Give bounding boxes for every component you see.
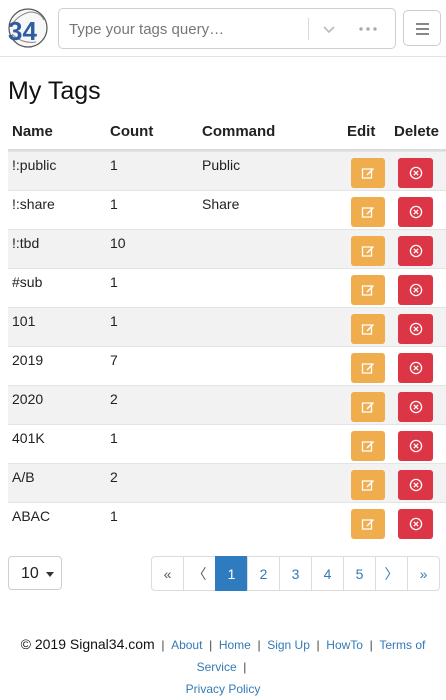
delete-button[interactable]: [398, 431, 433, 461]
tag-count: 2: [110, 469, 118, 485]
copyright-text: © 2019 Signal34.com: [20, 636, 155, 652]
footer-link-howto[interactable]: HowTo: [326, 638, 363, 652]
next-page-button[interactable]: 〉: [375, 556, 408, 591]
edit-button[interactable]: [351, 392, 385, 422]
table-row: !:tbd 10: [8, 229, 446, 268]
table-row: 2019 7: [8, 346, 446, 385]
tag-name[interactable]: A/B: [12, 469, 35, 485]
table-row: !:public 1 Public: [8, 151, 446, 190]
page-1-button[interactable]: 1: [215, 556, 248, 591]
tag-name[interactable]: 2019: [12, 352, 43, 368]
search-separator: [308, 18, 309, 40]
delete-button[interactable]: [398, 353, 433, 383]
tag-count: 1: [110, 508, 118, 524]
delete-button[interactable]: [398, 197, 433, 227]
last-page-button[interactable]: »: [407, 556, 440, 591]
table-row: !:share 1 Share: [8, 190, 446, 229]
table-header: Name Count Command Edit Delete: [8, 112, 446, 151]
table-row: 401K 1: [8, 424, 446, 463]
logo-text: 34: [8, 16, 37, 46]
tag-count: 10: [110, 235, 126, 251]
tag-name[interactable]: !:public: [12, 157, 56, 173]
edit-button[interactable]: [351, 470, 385, 500]
delete-button[interactable]: [398, 275, 433, 305]
delete-button[interactable]: [398, 509, 433, 539]
table-row: 101 1: [8, 307, 446, 346]
footer-link-about[interactable]: About: [171, 638, 202, 652]
page-2-button[interactable]: 2: [247, 556, 280, 591]
edit-button[interactable]: [351, 197, 385, 227]
previous-page-button[interactable]: 〈: [183, 556, 216, 591]
tag-name[interactable]: #sub: [12, 274, 42, 290]
tag-count: 1: [110, 157, 118, 173]
first-page-button[interactable]: «: [151, 556, 184, 591]
signal34-logo[interactable]: 34: [6, 6, 50, 50]
edit-button[interactable]: [351, 353, 385, 383]
table-row: #sub 1: [8, 268, 446, 307]
page-5-button[interactable]: 5: [343, 556, 376, 591]
edit-button[interactable]: [351, 158, 385, 188]
tag-name[interactable]: 101: [12, 313, 35, 329]
page-3-button[interactable]: 3: [279, 556, 312, 591]
delete-button[interactable]: [398, 314, 433, 344]
footer-link-sign-up[interactable]: Sign Up: [267, 638, 310, 652]
column-header-delete: Delete: [394, 123, 440, 140]
footer-link-home[interactable]: Home: [219, 638, 251, 652]
pagination: « 〈 1 2 3 4 5 〉 »: [151, 556, 440, 591]
column-header-count[interactable]: Count: [110, 123, 153, 140]
top-navbar: 34: [0, 0, 446, 57]
column-header-name[interactable]: Name: [12, 123, 53, 140]
delete-button[interactable]: [398, 392, 433, 422]
tags-query-box[interactable]: [58, 8, 396, 49]
tag-count: 7: [110, 352, 118, 368]
edit-button[interactable]: [351, 431, 385, 461]
tags-table: Name Count Command Edit Delete !:public 1…: [8, 112, 446, 541]
delete-button[interactable]: [398, 470, 433, 500]
per-page-value: 10: [21, 565, 39, 582]
per-page-select[interactable]: 10: [8, 556, 62, 590]
tag-name[interactable]: 2020: [12, 391, 43, 407]
page-4-button[interactable]: 4: [311, 556, 344, 591]
tag-name[interactable]: 401K: [12, 430, 45, 446]
column-header-command[interactable]: Command: [202, 123, 275, 140]
tag-command: Public: [202, 157, 241, 173]
edit-button[interactable]: [351, 275, 385, 305]
table-row: 2020 2: [8, 385, 446, 424]
tag-count: 1: [110, 274, 118, 290]
table-body: !:public 1 Public !:share 1 Share !:tbd 10 #sub 1…: [8, 151, 446, 541]
delete-button[interactable]: [398, 236, 433, 266]
table-row: ABAC 1: [8, 502, 446, 541]
tag-count: 1: [110, 430, 118, 446]
tag-name[interactable]: !:share: [12, 196, 55, 212]
tag-count: 2: [110, 391, 118, 407]
footer: © 2019 Signal34.com | About | Home | Sig…: [20, 636, 426, 696]
column-header-edit: Edit: [347, 123, 376, 140]
tag-count: 1: [110, 313, 118, 329]
tag-name[interactable]: !:tbd: [12, 235, 39, 251]
caret-down-icon: [46, 572, 54, 577]
edit-button[interactable]: [351, 509, 385, 539]
delete-button[interactable]: [398, 158, 433, 188]
page-title: My Tags: [8, 77, 101, 105]
footer-link-privacy[interactable]: Privacy Policy: [186, 682, 261, 696]
tags-query-input[interactable]: [69, 19, 299, 39]
edit-button[interactable]: [351, 314, 385, 344]
chevron-down-icon[interactable]: [317, 17, 341, 41]
hamburger-menu-button[interactable]: [403, 10, 441, 46]
tag-command: Share: [202, 196, 240, 212]
tag-name[interactable]: ABAC: [12, 508, 50, 524]
more-options-icon[interactable]: [353, 17, 383, 41]
table-row: A/B 2: [8, 463, 446, 502]
edit-button[interactable]: [351, 236, 385, 266]
tag-count: 1: [110, 196, 118, 212]
